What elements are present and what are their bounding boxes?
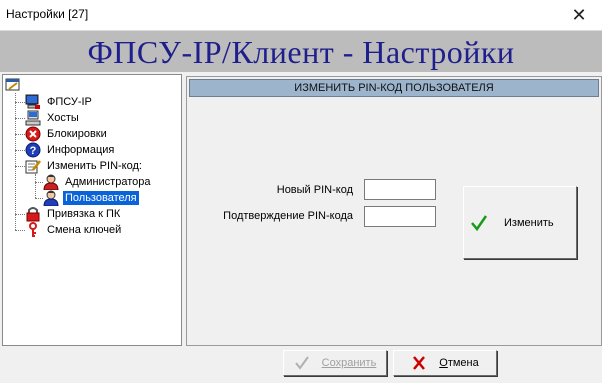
window-title: Настройки [27] <box>6 7 89 21</box>
close-icon[interactable]: ✕ <box>556 0 602 30</box>
tree-item-label: Администратора <box>65 176 151 188</box>
confirm-pin-label: Подтверждение PIN-кода <box>223 210 353 222</box>
tree-item-label: Изменить PIN-код: <box>47 160 142 172</box>
tree-item-info[interactable]: ? Информация <box>25 142 116 158</box>
blocked-icon <box>25 126 41 142</box>
cancel-button[interactable]: Отмена <box>393 350 497 376</box>
lock-icon <box>26 207 40 222</box>
tree-item-key-change[interactable]: Смена ключей <box>25 222 123 238</box>
settings-tree[interactable]: ФПСУ-IP Хосты Блокировки ? Информация Из… <box>2 74 182 346</box>
cancel-button-label: Отмена <box>439 357 478 369</box>
tree-item-label: Информация <box>47 144 115 156</box>
cancel-label-rest: тмена <box>447 357 479 369</box>
edit-pin-icon <box>25 160 41 174</box>
tree-item-change-pin[interactable]: Изменить PIN-код: <box>25 158 144 174</box>
checkmark-icon <box>294 356 309 370</box>
hosts-icon <box>25 110 41 126</box>
section-heading: ИЗМЕНИТЬ PIN-КОД ПОЛЬЗОВАТЕЛЯ <box>189 79 599 97</box>
new-pin-label: Новый PIN-код <box>276 184 353 196</box>
admin-user-icon <box>43 174 59 190</box>
new-pin-field[interactable] <box>364 179 436 200</box>
app-header-banner: ФПСУ-IP/Клиент - Настройки <box>0 31 602 72</box>
info-icon: ? <box>25 142 41 158</box>
tree-root[interactable] <box>5 77 25 93</box>
tree-item-label: Блокировки <box>47 128 107 140</box>
tree-item-label: Пользователя <box>62 190 140 206</box>
tree-item-label: Хосты <box>47 112 79 124</box>
settings-root-icon <box>5 78 20 91</box>
change-pin-panel: ИЗМЕНИТЬ PIN-КОД ПОЛЬЗОВАТЕЛЯ Новый PIN-… <box>186 76 602 346</box>
tree-item-label: ФПСУ-IP <box>47 96 92 108</box>
svg-text:?: ? <box>30 145 37 157</box>
change-pin-button[interactable]: Изменить <box>463 186 577 259</box>
confirm-pin-field[interactable] <box>364 206 436 227</box>
tree-item-pc-binding[interactable]: Привязка к ПК <box>25 206 122 222</box>
app-header-title: ФПСУ-IP/Клиент - Настройки <box>87 34 515 70</box>
tree-item-label: Смена ключей <box>47 224 122 236</box>
title-bar: Настройки [27] ✕ <box>0 0 602 31</box>
tree-item-blocks[interactable]: Блокировки <box>25 126 109 142</box>
user-icon <box>43 190 59 206</box>
tree-item-administrator[interactable]: Администратора <box>43 174 152 190</box>
change-pin-button-label: Изменить <box>504 216 554 229</box>
tree-item-fpsu-ip[interactable]: ФПСУ-IP <box>25 94 94 110</box>
key-icon <box>29 222 37 237</box>
computer-icon <box>25 94 40 109</box>
tree-item-user[interactable]: Пользователя <box>43 190 140 206</box>
save-button[interactable]: Сохранить <box>283 350 387 376</box>
checkmark-icon <box>471 214 488 231</box>
tree-item-label: Привязка к ПК <box>47 208 121 220</box>
cancel-accelerator: О <box>439 357 448 369</box>
cross-icon <box>413 356 426 370</box>
save-button-label: Сохранить <box>321 357 377 369</box>
tree-item-hosts[interactable]: Хосты <box>25 110 81 126</box>
